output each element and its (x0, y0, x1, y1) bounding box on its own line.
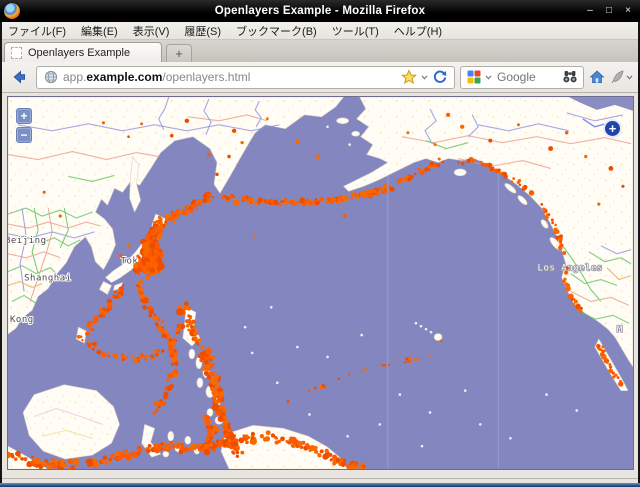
openlayers-map[interactable]: BeijingShanghaiKongTokyoLos AngelesM + −… (7, 96, 634, 470)
tab-title: Openlayers Example (28, 47, 130, 59)
window-status-strip (0, 483, 640, 487)
maximize-button[interactable]: □ (603, 0, 615, 22)
zoom-in-button[interactable]: + (16, 108, 32, 124)
city-label: Shanghai (24, 274, 72, 284)
window-controls: – □ × (584, 0, 634, 22)
menu-item[interactable]: 編集(E) (81, 23, 118, 39)
city-label: Beijing (8, 236, 47, 246)
title-bar: Openlayers Example - Mozilla Firefox – □… (0, 0, 640, 22)
browser-window: Openlayers Example - Mozilla Firefox – □… (0, 0, 640, 487)
back-arrow-icon (11, 69, 27, 85)
url-domain: example.com (86, 70, 162, 84)
search-bar[interactable] (460, 66, 584, 89)
url-text[interactable]: app.example.com/openlayers.html (63, 70, 397, 84)
layer-switcher-button[interactable]: + (603, 119, 622, 138)
search-input[interactable] (495, 69, 559, 85)
city-label: Los Angeles (538, 264, 603, 274)
search-engine-chevron-icon[interactable] (485, 75, 492, 80)
url-path: /openlayers.html (162, 70, 250, 84)
globe-icon (43, 69, 59, 85)
page-favicon-icon (11, 47, 22, 59)
menu-item[interactable]: ファイル(F) (8, 23, 66, 39)
menu-item[interactable]: ツール(T) (332, 23, 379, 39)
home-icon (589, 69, 605, 85)
zoom-out-button[interactable]: − (16, 127, 32, 143)
menu-bar: ファイル(F) 編集(E) 表示(V) 履歴(S) ブックマーク(B) ツール(T) ヘルプ… (2, 22, 638, 40)
url-prefix: app. (63, 70, 86, 84)
back-button[interactable] (7, 65, 31, 89)
city-label: M (617, 325, 623, 335)
minimize-button[interactable]: – (584, 0, 596, 22)
feeds-button[interactable] (610, 65, 633, 89)
navigation-toolbar: app.example.com/openlayers.html (2, 62, 638, 93)
tab-bar: Openlayers Example + (2, 40, 638, 62)
bookmark-chevron-icon[interactable] (421, 75, 428, 80)
menu-item[interactable]: ブックマーク(B) (236, 23, 317, 39)
new-tab-button[interactable]: + (166, 44, 192, 62)
map-canvas[interactable]: BeijingShanghaiKongTokyoLos AngelesM (8, 97, 633, 469)
close-button[interactable]: × (622, 0, 634, 22)
tab-openlayers-example[interactable]: Openlayers Example (4, 42, 162, 62)
binoculars-search-icon[interactable] (562, 69, 578, 85)
home-button[interactable] (589, 65, 605, 89)
browser-content: BeijingShanghaiKongTokyoLos AngelesM + −… (2, 93, 638, 478)
quill-icon (610, 69, 626, 85)
menu-item[interactable]: ヘルプ(H) (394, 23, 442, 39)
menu-item[interactable]: 表示(V) (133, 23, 170, 39)
bookmark-star-icon[interactable] (401, 69, 417, 85)
menu-item[interactable]: 履歴(S) (184, 23, 221, 39)
city-label: Kong (10, 315, 34, 325)
feeds-chevron-icon[interactable] (626, 75, 633, 80)
window-title: Openlayers Example - Mozilla Firefox (0, 5, 640, 17)
google-icon (466, 69, 482, 85)
url-bar[interactable]: app.example.com/openlayers.html (36, 66, 455, 89)
reload-icon[interactable] (432, 69, 448, 85)
